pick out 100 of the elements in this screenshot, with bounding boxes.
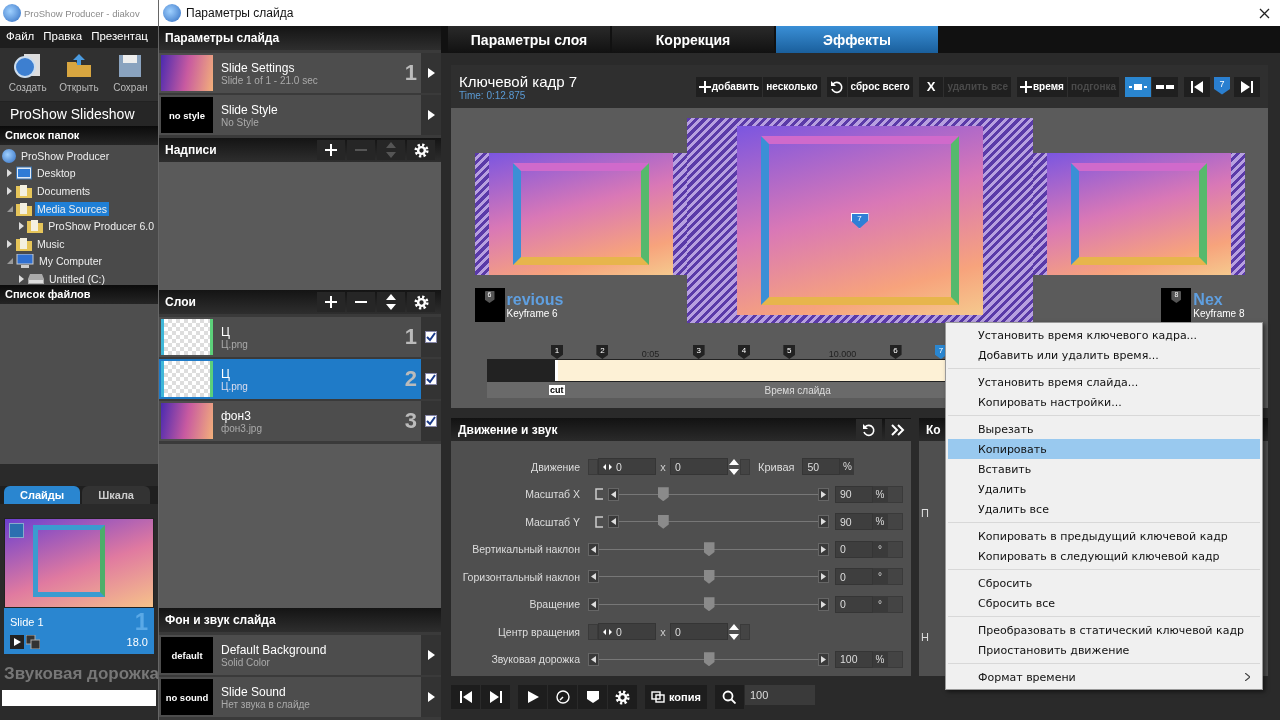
expand-button[interactable] xyxy=(885,419,911,440)
checkbox[interactable] xyxy=(425,331,437,343)
play-button[interactable] xyxy=(518,685,547,709)
add-button[interactable] xyxy=(317,292,345,312)
value-field[interactable]: 0 xyxy=(835,595,873,613)
folder-tree-item[interactable]: Desktop xyxy=(35,166,78,181)
menu-item[interactable]: Файл xyxy=(6,30,35,44)
zoom-field[interactable]: 100 xyxy=(744,685,815,705)
toolbar-button[interactable]: сброс всего xyxy=(847,76,913,97)
copy-button[interactable]: копия xyxy=(645,685,707,709)
menu-item[interactable]: Добавить или удалить время... xyxy=(948,345,1260,365)
slider-thumb[interactable] xyxy=(657,514,669,529)
keyframe-marker[interactable]: 3 xyxy=(692,345,705,359)
menu-item[interactable]: Сбросить xyxy=(948,573,1260,593)
keyframe-image[interactable] xyxy=(1032,153,1245,275)
toolbar-button[interactable]: Открыть xyxy=(55,52,103,97)
keyframe-marker[interactable]: 7 xyxy=(934,345,947,359)
folder-tree-item[interactable]: My Computer xyxy=(37,254,104,269)
keyframe-marker[interactable]: 4 xyxy=(737,345,750,359)
keyframe-marker[interactable]: 1 xyxy=(551,345,563,359)
toolbar-button[interactable]: Сохран xyxy=(106,52,154,97)
menu-item[interactable]: Преобразовать в статический ключевой кадр xyxy=(948,620,1260,640)
scrollbar[interactable] xyxy=(2,690,156,706)
step-right-button[interactable] xyxy=(818,597,829,611)
layer-item[interactable]: Ц Ц.png 1 xyxy=(159,317,441,357)
step-right-button[interactable] xyxy=(818,515,829,529)
step-left-button[interactable] xyxy=(608,487,619,501)
settings-item[interactable]: Slide Settings Slide 1 of 1 - 21.0 sec 1 xyxy=(159,53,441,93)
keyframe-image[interactable] xyxy=(474,153,687,275)
next-keyframe-button[interactable] xyxy=(1234,76,1260,97)
settings-button[interactable] xyxy=(407,292,435,312)
toolbar-button[interactable]: X xyxy=(918,76,944,97)
value-field[interactable]: 90 xyxy=(835,485,873,503)
x-field[interactable]: 0 xyxy=(598,623,656,641)
checkbox[interactable] xyxy=(425,373,437,385)
settings-button[interactable] xyxy=(608,685,637,709)
tab[interactable]: Шкала xyxy=(82,486,150,504)
step-right-button[interactable] xyxy=(818,542,829,556)
settings-item[interactable]: no sound Slide Sound Нет звука в слайде xyxy=(159,677,441,717)
menu-item[interactable]: Сбросить все xyxy=(948,593,1260,613)
menu-item[interactable]: Формат времени xyxy=(948,667,1260,687)
y-field[interactable]: 0 xyxy=(670,623,728,641)
step-right-button[interactable] xyxy=(818,570,829,584)
layer-item[interactable]: фон3 фон3.jpg 3 xyxy=(159,401,441,441)
search-button[interactable] xyxy=(714,685,744,709)
reset-button[interactable] xyxy=(826,76,847,97)
step-left-button[interactable] xyxy=(588,542,599,556)
keyframe-marker[interactable]: 6 xyxy=(889,345,902,359)
first-button[interactable] xyxy=(451,685,480,709)
menu-item[interactable]: Удалить все xyxy=(948,499,1260,519)
toolbar-button[interactable]: время xyxy=(1016,76,1067,97)
slider-thumb[interactable] xyxy=(703,652,715,667)
settings-button[interactable] xyxy=(407,140,435,160)
close-button[interactable] xyxy=(1259,7,1270,19)
layer-item[interactable]: Ц Ц.png 2 xyxy=(159,359,441,399)
step-left-button[interactable] xyxy=(588,652,599,666)
menu-item[interactable]: Удалить xyxy=(948,479,1260,499)
toolbar-button[interactable]: добавить xyxy=(695,76,763,97)
value-field[interactable]: 0 xyxy=(835,540,873,558)
step-right-button[interactable] xyxy=(818,487,829,501)
slider-thumb[interactable] xyxy=(703,597,715,612)
value-field[interactable]: 90 xyxy=(835,513,873,531)
reset-button[interactable] xyxy=(856,419,882,440)
tab[interactable]: Эффекты xyxy=(776,26,938,53)
slider-thumb[interactable] xyxy=(703,569,715,584)
keyframe-image[interactable]: 7 xyxy=(686,118,1033,323)
checkbox[interactable] xyxy=(425,415,437,427)
slider-thumb[interactable] xyxy=(657,487,669,502)
settings-item[interactable]: default Default Background Solid Color xyxy=(159,635,441,675)
slide-thumbnail[interactable] xyxy=(4,518,154,608)
folder-tree-item[interactable]: ProShow Producer xyxy=(19,148,112,163)
add-button[interactable] xyxy=(317,140,345,160)
menu-item[interactable]: Правка xyxy=(43,30,83,44)
folder-tree-item[interactable]: Documents xyxy=(35,184,93,198)
menu-item[interactable]: Установить время ключевого кадра... xyxy=(948,325,1260,345)
folder-tree-item[interactable]: ProShow Producer 6.0 xyxy=(46,219,156,234)
curve-field[interactable]: 50 xyxy=(802,458,841,476)
previous-keyframe-button[interactable] xyxy=(1184,76,1210,97)
value-field[interactable]: 0 xyxy=(835,568,873,586)
keyframe-marker[interactable]: 2 xyxy=(596,345,609,359)
view-mode-button[interactable] xyxy=(1152,76,1178,97)
view-mode-button[interactable] xyxy=(1125,76,1151,97)
slider-thumb[interactable] xyxy=(703,542,715,557)
keyframe-marker[interactable]: 5 xyxy=(783,345,796,359)
settings-item[interactable]: no style Slide Style No Style xyxy=(159,95,441,135)
toolbar-button[interactable]: несколько xyxy=(763,76,821,97)
step-right-button[interactable] xyxy=(818,652,829,666)
menu-item[interactable]: Установить время слайда... xyxy=(948,372,1260,392)
step-left-button[interactable] xyxy=(588,570,599,584)
step-left-button[interactable] xyxy=(608,515,619,529)
menu-item[interactable]: Копировать настройки... xyxy=(948,392,1260,412)
y-field[interactable]: 0 xyxy=(670,458,728,476)
toolbar-button[interactable]: Создать xyxy=(4,52,52,97)
move-button[interactable] xyxy=(377,292,405,312)
remove-button[interactable] xyxy=(347,292,375,312)
menu-item[interactable]: Копировать в следующий ключевой кадр xyxy=(948,546,1260,566)
menu-item[interactable]: Копировать xyxy=(948,439,1260,459)
clock-button[interactable] xyxy=(548,685,577,709)
keyframe-marker[interactable]: 7 xyxy=(850,212,869,229)
x-field[interactable]: 0 xyxy=(598,458,656,476)
